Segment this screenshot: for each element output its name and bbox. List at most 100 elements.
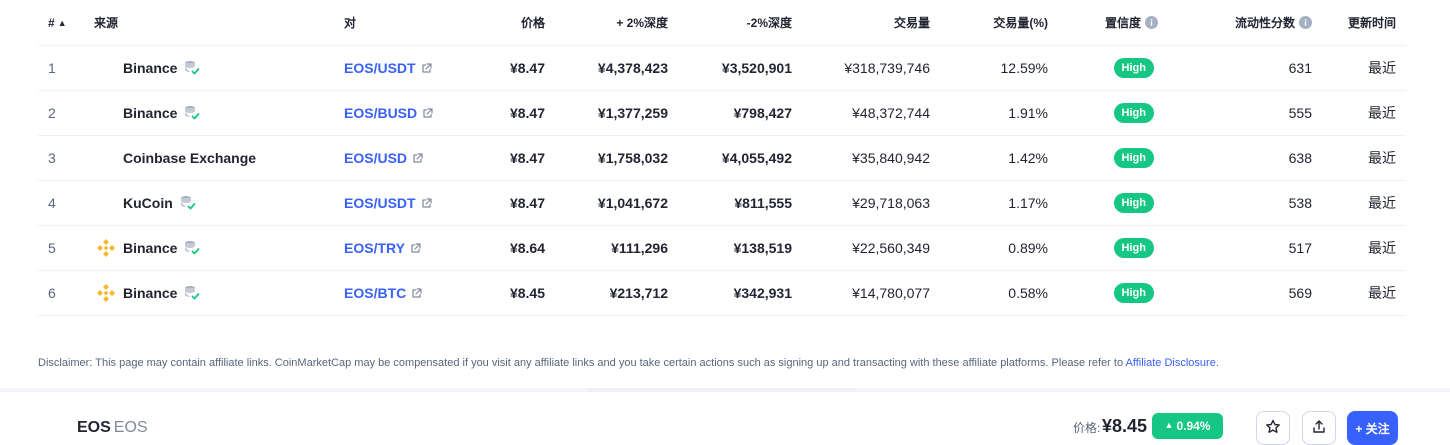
- table-row[interactable]: 3 Coinbase Exchange EOS/USD ¥8.47 ¥1,758,032…: [38, 135, 1406, 181]
- volume-cell: ¥318,739,746: [792, 45, 930, 91]
- confidence-badge: High: [1113, 238, 1154, 258]
- pair-link[interactable]: EOS/USD: [344, 150, 423, 166]
- pair-link[interactable]: EOS/USDT: [344, 195, 432, 211]
- depth-minus-cell: ¥138,519: [668, 225, 792, 271]
- pair-cell: EOS/USDT: [344, 180, 474, 226]
- confidence-badge: High: [1113, 193, 1154, 213]
- depth-minus-cell: ¥342,931: [668, 270, 792, 316]
- updated-cell: 最近: [1312, 135, 1406, 181]
- coin-title: EOS EOS: [77, 419, 148, 436]
- confidence-badge: High: [1113, 283, 1154, 303]
- source-cell: KuCoin: [94, 180, 344, 226]
- verified-data-icon: [183, 284, 201, 302]
- header-rank[interactable]: # ▲: [38, 0, 94, 46]
- table-row[interactable]: 2 Binance EOS/BUSD ¥8.47 ¥1,377,259 ¥798,427 ¥…: [38, 90, 1406, 136]
- liquidity-cell: 569: [1170, 270, 1312, 316]
- volume-pct-cell: 1.17%: [930, 180, 1048, 226]
- header-depth-minus[interactable]: -2%深度: [668, 0, 792, 46]
- header-updated[interactable]: 更新时间: [1312, 0, 1406, 46]
- star-icon: [1266, 419, 1280, 433]
- confidence-badge: High: [1113, 103, 1154, 123]
- rank-cell: 2: [38, 90, 94, 136]
- volume-pct-cell: 0.89%: [930, 225, 1048, 271]
- exchange-link[interactable]: Binance: [123, 105, 177, 121]
- pair-cell: EOS/USD: [344, 135, 474, 181]
- header-price[interactable]: 价格: [474, 0, 545, 46]
- header-depth-plus[interactable]: + 2%深度: [545, 0, 668, 46]
- external-link-icon: [410, 242, 421, 254]
- depth-plus-cell: ¥111,296: [545, 225, 668, 271]
- exchange-link[interactable]: Coinbase Exchange: [123, 150, 256, 166]
- rank-cell: 6: [38, 270, 94, 316]
- header-confidence[interactable]: 置信度: [1048, 0, 1170, 46]
- info-icon[interactable]: [1145, 16, 1158, 29]
- updated-cell: 最近: [1312, 180, 1406, 226]
- volume-pct-cell: 1.91%: [930, 90, 1048, 136]
- pair-link[interactable]: EOS/BTC: [344, 285, 422, 301]
- price-cell: ¥8.47: [474, 90, 545, 136]
- depth-plus-cell: ¥1,377,259: [545, 90, 668, 136]
- header-volume-pct[interactable]: 交易量(%): [930, 0, 1048, 46]
- exchange-logo-placeholder: [94, 146, 118, 170]
- share-icon: [1313, 420, 1325, 433]
- volume-pct-cell: 12.59%: [930, 45, 1048, 91]
- table-header-row: # ▲ 来源 对 价格 + 2%深度 -2%深度 交易量 交易量(%) 置信度 流…: [38, 0, 1406, 46]
- confidence-cell: High: [1048, 135, 1170, 181]
- liquidity-cell: 517: [1170, 225, 1312, 271]
- table-row[interactable]: 6 Binance EOS/BTC ¥8.45 ¥213,712 ¥342,931 ¥14,…: [38, 270, 1406, 316]
- depth-minus-cell: ¥798,427: [668, 90, 792, 136]
- share-button[interactable]: [1302, 411, 1336, 445]
- info-icon[interactable]: [1299, 16, 1312, 29]
- table-row[interactable]: 5 Binance EOS/TRY ¥8.64 ¥111,296 ¥138,519 ¥22,…: [38, 225, 1406, 271]
- exchange-link[interactable]: Binance: [123, 60, 177, 76]
- pair-link[interactable]: EOS/TRY: [344, 240, 421, 256]
- volume-cell: ¥29,718,063: [792, 180, 930, 226]
- liquidity-cell: 555: [1170, 90, 1312, 136]
- exchange-logo-placeholder: [94, 101, 118, 125]
- follow-button[interactable]: + 关注: [1347, 411, 1398, 445]
- confidence-badge: High: [1113, 58, 1154, 78]
- header-volume[interactable]: 交易量: [792, 0, 930, 46]
- liquidity-cell: 638: [1170, 135, 1312, 181]
- pair-link[interactable]: EOS/BUSD: [344, 105, 433, 121]
- table-row[interactable]: 4 KuCoin EOS/USDT ¥8.47 ¥1,041,672 ¥811,555 ¥2…: [38, 180, 1406, 226]
- confidence-cell: High: [1048, 270, 1170, 316]
- header-pair[interactable]: 对: [344, 0, 474, 46]
- depth-minus-cell: ¥3,520,901: [668, 45, 792, 91]
- updated-cell: 最近: [1312, 225, 1406, 271]
- markets-table: # ▲ 来源 对 价格 + 2%深度 -2%深度 交易量 交易量(%) 置信度 流…: [38, 0, 1406, 316]
- external-link-icon: [421, 62, 432, 74]
- confidence-cell: High: [1048, 45, 1170, 91]
- exchange-link[interactable]: Binance: [123, 240, 177, 256]
- header-source[interactable]: 来源: [94, 0, 344, 46]
- source-cell: Binance: [94, 225, 344, 271]
- updated-cell: 最近: [1312, 270, 1406, 316]
- price-label: 价格:: [1073, 421, 1101, 435]
- price-cell: ¥8.64: [474, 225, 545, 271]
- volume-cell: ¥48,372,744: [792, 90, 930, 136]
- price-cell: ¥8.45: [474, 270, 545, 316]
- source-cell: Binance: [94, 45, 344, 91]
- table-row[interactable]: 1 Binance EOS/USDT ¥8.47 ¥4,378,423 ¥3,520,90…: [38, 45, 1406, 91]
- pair-link[interactable]: EOS/USDT: [344, 60, 432, 76]
- exchange-link[interactable]: KuCoin: [123, 195, 173, 211]
- header-liquidity[interactable]: 流动性分数: [1170, 0, 1312, 46]
- external-link-icon: [422, 107, 433, 119]
- watchlist-star-button[interactable]: [1256, 411, 1290, 445]
- caret-up-icon: ▲: [1164, 420, 1174, 430]
- liquidity-cell: 631: [1170, 45, 1312, 91]
- depth-minus-cell: ¥4,055,492: [668, 135, 792, 181]
- volume-pct-cell: 0.58%: [930, 270, 1048, 316]
- price-change-badge: ▲ 0.94%: [1152, 413, 1223, 439]
- sticky-coin-bar: EOS EOS 价格: ¥8.45 ▲ 0.94% + 关注: [0, 392, 1450, 445]
- price-cell: ¥8.47: [474, 45, 545, 91]
- exchange-link[interactable]: Binance: [123, 285, 177, 301]
- pair-cell: EOS/BUSD: [344, 90, 474, 136]
- rank-cell: 1: [38, 45, 94, 91]
- depth-plus-cell: ¥213,712: [545, 270, 668, 316]
- volume-cell: ¥22,560,349: [792, 225, 930, 271]
- affiliate-disclosure-link[interactable]: Affiliate Disclosure: [1126, 357, 1216, 369]
- pair-cell: EOS/USDT: [344, 45, 474, 91]
- external-link-icon: [411, 287, 422, 299]
- source-cell: Coinbase Exchange: [94, 135, 344, 181]
